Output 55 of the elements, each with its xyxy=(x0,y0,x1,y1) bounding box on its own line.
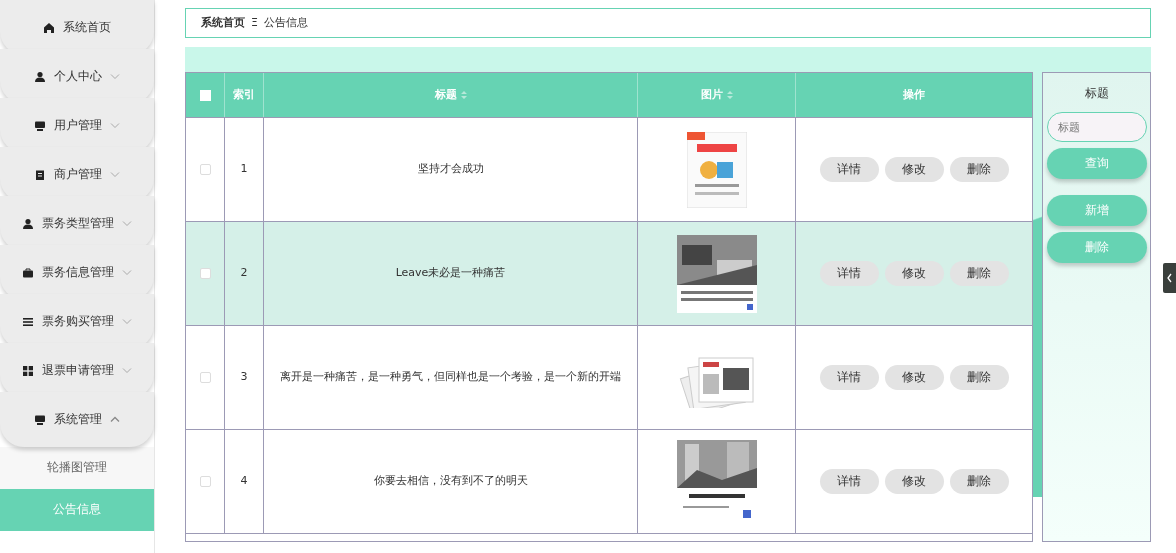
menu-label: 用户管理 xyxy=(54,116,102,134)
briefcase-icon xyxy=(22,266,34,279)
home-icon xyxy=(43,21,55,34)
table-cell: 离开是一种痛苦，是一种勇气，但同样也是一个考验，是一个新的开端 xyxy=(280,369,621,386)
edit-button[interactable]: 修改 xyxy=(884,261,944,286)
details-button[interactable]: 详情 xyxy=(819,469,879,494)
row-checkbox[interactable] xyxy=(199,268,211,279)
table-cell: 你要去相信，没有到不了的明天 xyxy=(373,473,528,490)
grid-icon xyxy=(22,364,34,377)
edit-button[interactable]: 修改 xyxy=(884,157,944,182)
table-cell: 坚持才会成功 xyxy=(417,161,484,178)
search-field[interactable]: 标题 xyxy=(1046,112,1147,143)
table-cell: 3 xyxy=(240,369,248,386)
delete-button[interactable]: 删除 xyxy=(949,469,1009,494)
column-header: 索引 xyxy=(233,86,255,103)
search-label: 标题 xyxy=(1084,85,1109,102)
row-checkbox[interactable] xyxy=(199,372,211,383)
details-button[interactable]: 详情 xyxy=(819,261,879,286)
menu-label: 票务购买管理 xyxy=(42,312,114,330)
person-icon xyxy=(22,217,34,230)
collapse-handle[interactable] xyxy=(1163,263,1176,293)
details-button[interactable]: 详情 xyxy=(819,157,879,182)
edit-button[interactable]: 修改 xyxy=(884,365,944,390)
monitor-icon xyxy=(34,119,46,132)
details-button[interactable]: 详情 xyxy=(819,365,879,390)
menu-label: 个人中心 xyxy=(54,67,102,85)
sidebar-menu-item[interactable]: 系统管理 xyxy=(0,392,154,447)
table-cell: Leave未必是一种痛苦 xyxy=(395,265,506,282)
monitor-icon xyxy=(34,413,46,426)
menu-label: 票务信息管理 xyxy=(42,263,114,281)
delete-button[interactable]: 删除 xyxy=(949,365,1009,390)
breadcrumb-current: 公告信息 xyxy=(263,14,308,31)
clipboard-icon xyxy=(34,168,46,181)
table-cell: 4 xyxy=(240,473,248,490)
menu-label: 系统首页 xyxy=(63,18,111,36)
menu-label: 系统管理 xyxy=(54,410,102,428)
table-cell: 2 xyxy=(240,265,248,282)
sort-icon[interactable] xyxy=(460,89,467,100)
menu-label: 商户管理 xyxy=(54,165,102,183)
breadcrumb-separator: Ξ xyxy=(251,14,258,31)
edit-button[interactable]: 修改 xyxy=(884,469,944,494)
row-checkbox[interactable] xyxy=(199,476,211,487)
menu-label: 票务类型管理 xyxy=(42,214,114,232)
person-icon xyxy=(34,70,46,83)
list-icon xyxy=(22,315,34,328)
row-checkbox[interactable] xyxy=(199,164,211,175)
table-cell: 1 xyxy=(240,161,248,178)
column-header: 操作 xyxy=(903,86,925,103)
delete-button[interactable]: 删除 xyxy=(949,261,1009,286)
delete-button[interactable]: 删除 xyxy=(949,157,1009,182)
breadcrumb-link[interactable]: 系统首页 xyxy=(201,14,245,32)
menu-label: 退票申请管理 xyxy=(42,361,114,379)
submenu-item[interactable]: 轮播图管理 xyxy=(0,447,154,489)
select-all-checkbox[interactable] xyxy=(199,89,211,101)
sort-icon[interactable] xyxy=(726,89,733,100)
